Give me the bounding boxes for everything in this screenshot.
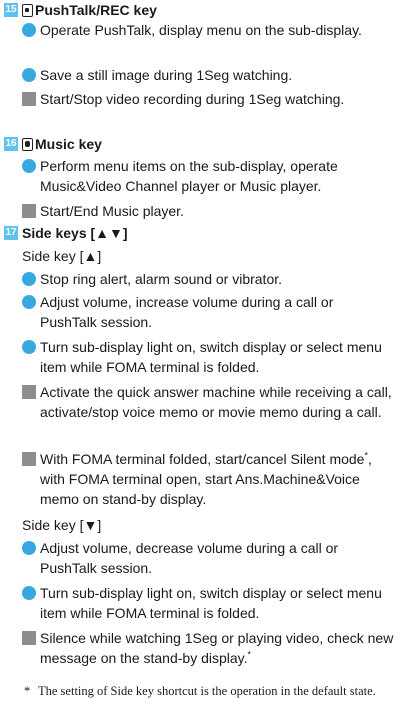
item-text: Silence while watching 1Seg or playing v… bbox=[40, 630, 394, 666]
item-text: Perform menu items on the sub-display, o… bbox=[40, 158, 338, 194]
list-item: Silence while watching 1Seg or playing v… bbox=[22, 628, 394, 668]
list-item: Adjust volume, decrease volume during a … bbox=[22, 538, 394, 578]
list-item: Turn sub-display light on, switch displa… bbox=[22, 337, 394, 377]
item-text: Turn sub-display light on, switch displa… bbox=[40, 585, 382, 621]
list-item: Operate PushTalk, display menu on the su… bbox=[22, 20, 394, 40]
music-key-icon bbox=[22, 137, 33, 151]
footnote-marker: * bbox=[247, 649, 252, 660]
item-text: Start/Stop video recording during 1Seg w… bbox=[40, 91, 345, 107]
square-bullet-icon bbox=[22, 452, 36, 466]
list-item: With FOMA terminal folded, start/cancel … bbox=[22, 449, 394, 509]
side-key-down-label: Side key [▼] bbox=[22, 517, 102, 533]
pushtalk-key-icon bbox=[22, 3, 33, 17]
circle-bullet-icon bbox=[22, 295, 36, 309]
item-text: Operate PushTalk, display menu on the su… bbox=[40, 22, 362, 38]
item-text: With FOMA terminal folded, start/cancel … bbox=[40, 450, 372, 507]
section-title: Music key bbox=[35, 136, 102, 152]
list-item: Start/End Music player. bbox=[22, 201, 394, 221]
footnote-text: The setting of Side key shortcut is the … bbox=[38, 684, 376, 698]
circle-bullet-icon bbox=[22, 340, 36, 354]
item-text: Adjust volume, increase volume during a … bbox=[40, 294, 334, 330]
section-number-badge: 15 bbox=[4, 3, 18, 17]
item-text: Activate the quick answer machine while … bbox=[40, 384, 392, 420]
list-item: Start/Stop video recording during 1Seg w… bbox=[22, 89, 394, 109]
manual-page: 15 PushTalk/REC key Operate PushTalk, di… bbox=[0, 0, 403, 722]
section-16-heading: 16 Music key bbox=[4, 135, 102, 153]
item-text: Adjust volume, decrease volume during a … bbox=[40, 540, 339, 576]
item-text: Stop ring alert, alarm sound or vibrator… bbox=[40, 271, 283, 287]
circle-bullet-icon bbox=[22, 272, 36, 286]
section-title: PushTalk/REC key bbox=[35, 2, 157, 18]
square-bullet-icon bbox=[22, 631, 36, 645]
circle-bullet-icon bbox=[22, 159, 36, 173]
section-number-badge: 17 bbox=[4, 226, 18, 240]
list-item: Stop ring alert, alarm sound or vibrator… bbox=[22, 269, 394, 289]
list-item: Perform menu items on the sub-display, o… bbox=[22, 156, 394, 196]
square-bullet-icon bbox=[22, 92, 36, 106]
item-text: Start/End Music player. bbox=[40, 203, 184, 219]
circle-bullet-icon bbox=[22, 23, 36, 37]
item-text: Save a still image during 1Seg watching. bbox=[40, 67, 293, 83]
footnote-marker: * bbox=[24, 684, 31, 698]
square-bullet-icon bbox=[22, 204, 36, 218]
list-item: Turn sub-display light on, switch displa… bbox=[22, 583, 394, 623]
section-number-badge: 16 bbox=[4, 137, 18, 151]
square-bullet-icon bbox=[22, 385, 36, 399]
list-item: Activate the quick answer machine while … bbox=[22, 382, 394, 422]
list-item: Adjust volume, increase volume during a … bbox=[22, 292, 394, 332]
circle-bullet-icon bbox=[22, 586, 36, 600]
section-title: Side keys [▲▼] bbox=[22, 225, 128, 241]
list-item: Save a still image during 1Seg watching. bbox=[22, 65, 394, 85]
footnote: * The setting of Side key shortcut is th… bbox=[24, 683, 394, 700]
circle-bullet-icon bbox=[22, 68, 36, 82]
section-15-heading: 15 PushTalk/REC key bbox=[4, 1, 157, 19]
section-17-heading: 17 Side keys [▲▼] bbox=[4, 224, 128, 242]
circle-bullet-icon bbox=[22, 541, 36, 555]
side-key-up-label: Side key [▲] bbox=[22, 248, 102, 264]
item-text: Turn sub-display light on, switch displa… bbox=[40, 339, 382, 375]
